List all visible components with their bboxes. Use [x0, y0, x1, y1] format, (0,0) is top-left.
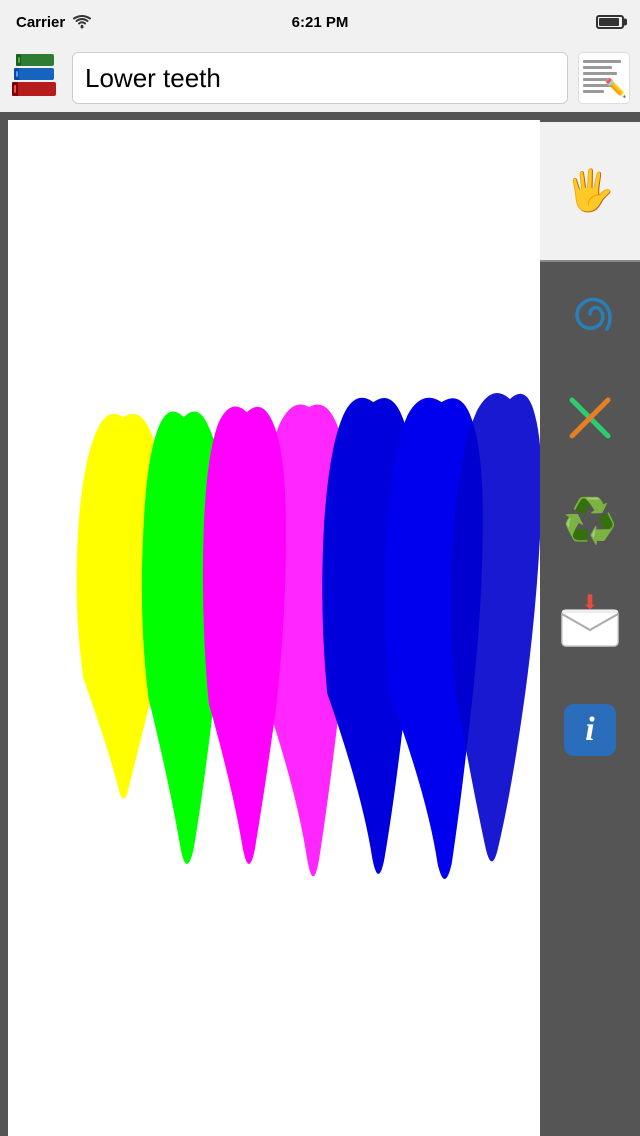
status-time: 6:21 PM: [292, 14, 349, 31]
status-right: [596, 15, 624, 29]
spiral-icon: [564, 288, 616, 340]
status-bar: Carrier 6:21 PM: [0, 0, 640, 44]
teeth-drawing: [8, 120, 540, 1136]
mail-tool-button[interactable]: ⬇: [558, 594, 622, 658]
carrier-label: Carrier: [16, 14, 65, 31]
hand-icon: 🖐️: [565, 171, 615, 211]
sidebar-top-section: 🖐️: [540, 122, 640, 262]
doc-thumbnail[interactable]: ✏️: [578, 52, 630, 104]
sidebar-dark-section: ♻️ ⬇ i: [540, 262, 640, 1136]
info-tool-button[interactable]: i: [558, 698, 622, 762]
canvas-area[interactable]: [8, 120, 540, 1136]
right-sidebar: 🖐️ ♻️: [540, 112, 640, 1136]
mail-container: ⬇: [560, 600, 620, 652]
cross-tool-button[interactable]: [558, 386, 622, 450]
status-left: Carrier: [16, 14, 91, 31]
hand-tool-button[interactable]: 🖐️: [558, 159, 622, 223]
mail-arrow-icon: ⬇: [582, 590, 599, 615]
main-layout: 🖐️ ♻️: [0, 112, 640, 1136]
cross-icon: [564, 392, 616, 444]
header-area: ✏️: [0, 44, 640, 112]
books-svg: [10, 52, 62, 104]
battery-icon: [596, 15, 624, 29]
recycle-icon: ♻️: [563, 500, 618, 544]
recycle-tool-button[interactable]: ♻️: [558, 490, 622, 554]
pencil-icon: ✏️: [605, 78, 627, 99]
books-icon[interactable]: [10, 52, 62, 104]
title-input[interactable]: [72, 52, 568, 104]
spiral-tool-button[interactable]: [558, 282, 622, 346]
wifi-icon: [73, 15, 91, 29]
doc-lines: ✏️: [579, 53, 629, 103]
info-icon: i: [564, 704, 616, 756]
